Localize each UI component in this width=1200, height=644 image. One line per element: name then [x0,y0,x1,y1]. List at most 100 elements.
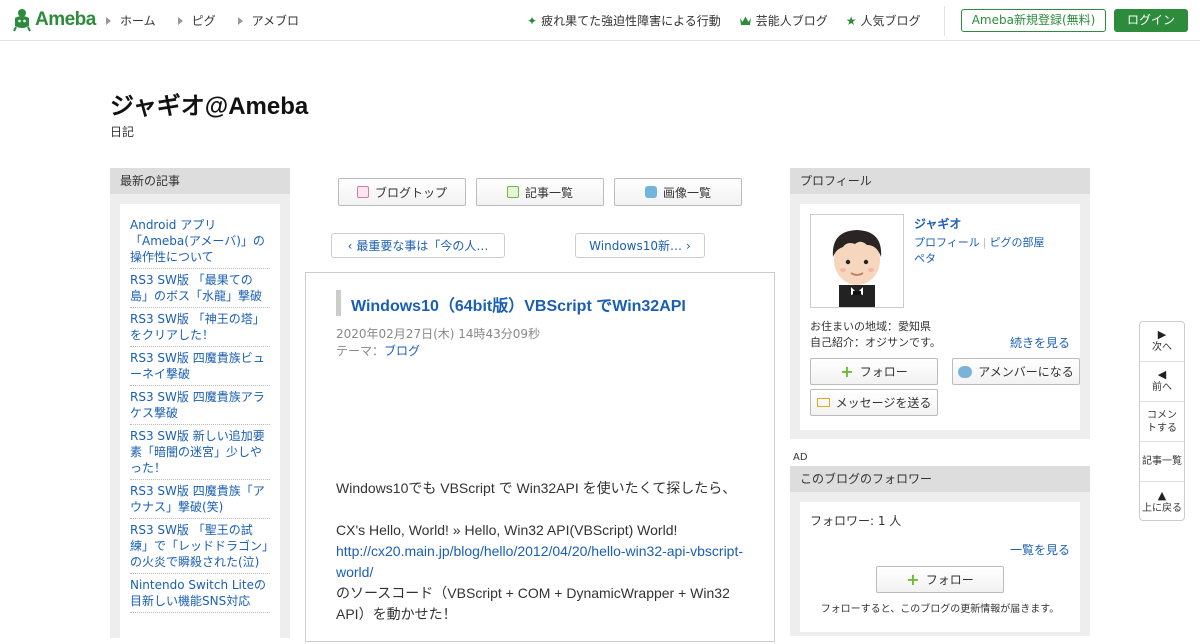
nav-celebrity-blog[interactable]: 芸能人ブログ [739,12,828,29]
logo-text: Ameba [35,9,96,30]
sparkle-icon: ✦ [527,13,538,28]
entry-source-link[interactable]: http://cx20.main.jp/blog/hello/2012/04/2… [336,543,743,580]
triangle-right-icon [177,16,183,25]
play-right-icon: ▶ [1157,328,1167,341]
sidenav-comment-label: コメントする [1147,409,1177,434]
message-label: メッセージを送る [835,396,932,410]
header-divider [944,6,945,36]
nav-home-label: ホーム [120,14,156,28]
prev-entry-link[interactable]: ‹ 最重要な事は「今の人… [331,233,505,258]
image-list-button[interactable]: 画像一覧 [614,178,742,206]
entry-theme-link[interactable]: ブログ [384,344,420,358]
entry-paragraph: Windows10でも VBScript で Win32API を使いたくて探し… [336,480,737,496]
message-button[interactable]: メッセージを送る [810,389,938,416]
plus-icon: + [906,570,920,589]
peta-link[interactable]: ペタ [914,252,936,265]
list-item: RS3 SW版 「神王の塔」をクリアした！ [130,308,270,347]
list-item: RS3 SW版 「最果ての島」のボス「水龍」撃破 [130,269,270,308]
star-icon: ★ [845,13,857,28]
register-button[interactable]: Ameba新規登録(無料) [961,9,1106,32]
chevron-right-icon: › [686,238,691,253]
list-item: RS3 SW版 四魔貴族「アウナス」撃破(笑) [130,480,270,519]
sidenav-entry-list[interactable]: 記事一覧 [1140,442,1184,482]
follow-label: フォロー [859,365,908,379]
ameba-logo[interactable]: Ameba [12,8,96,32]
prev-entry-label: 最重要な事は「今の人… [356,239,489,253]
recent-entry-link[interactable]: RS3 SW版 四魔貴族ビューネイ撃破 [130,351,265,381]
nav-home[interactable]: ホーム [106,12,156,29]
pig-room-link[interactable]: ピグの部屋 [990,236,1045,249]
entry-list-button[interactable]: 記事一覧 [476,178,604,206]
recent-entry-link[interactable]: RS3 SW版 新しい追加要素「暗闇の迷宮」少しやった！ [130,429,265,475]
profile-more-link[interactable]: 続きを見る [1010,334,1070,351]
list-item: Nintendo Switch Liteの目新しい機能SNS対応 [130,574,270,613]
recent-entry-link[interactable]: RS3 SW版 「最果ての島」のボス「水龍」撃破 [130,273,262,303]
recent-entry-link[interactable]: Nintendo Switch Liteの目新しい機能SNS対応 [130,578,266,608]
plus-icon: + [840,362,854,381]
blog-title[interactable]: ジャギオ@Ameba [110,86,308,121]
nav-pig-label: ピグ [191,14,216,28]
profile-link[interactable]: プロフィール [914,236,980,249]
list-item: RS3 SW版 四魔貴族ビューネイ撃破 [130,347,270,386]
entry-paragraph: CX's Hello, World! » Hello, Win32 API(VB… [336,522,678,538]
profile-box: プロフィール ジャギオ プロフィール | ピグの部屋 ペタ お住まいの地域：愛知県 … [790,168,1090,439]
entry-list-label: 記事一覧 [524,185,573,200]
triangle-up-icon: ▲ [1157,488,1167,502]
followers-see-all-link[interactable]: 一覧を見る [1010,541,1070,558]
entry-title[interactable]: Windows10（64bit版）VBScript でWin32API [351,292,686,316]
nav-trending-label: 疲れ果てた強迫性障害による行動 [541,14,721,28]
nav-trending-topic[interactable]: ✦ 疲れ果てた強迫性障害による行動 [527,12,721,29]
profile-location: お住まいの地域：愛知県 [810,320,931,333]
sidenav-list-label: 記事一覧 [1142,456,1182,467]
floating-side-nav: ▶ 次へ ◀ 前へ コメントする 記事一覧 ▲ 上に戻る [1139,321,1185,521]
profile-intro: 自己紹介：オジサンです。 [810,336,941,349]
blog-top-button[interactable]: ブログトップ [338,178,466,206]
nav-pig[interactable]: ピグ [177,12,216,29]
sidenav-next-label: 次へ [1152,342,1172,353]
entry-article: Windows10（64bit版）VBScript でWin32API 2020… [305,272,775,642]
global-header: Ameba ホーム ピグ アメブロ ✦ 疲れ果てた強迫性障害による行動 芸能人ブ… [0,0,1200,41]
profile-heading: プロフィール [790,168,1090,194]
play-left-icon: ◀ [1157,368,1167,381]
profile-content: ジャギオ プロフィール | ピグの部屋 ペタ お住まいの地域：愛知県 自己紹介：オジ… [800,204,1080,430]
follow-button[interactable]: + フォロー [810,358,938,385]
followers-content: フォロワー: 1 人 一覧を見る + フォロー フォローすると、このブログの更新… [800,502,1080,632]
recent-entry-link[interactable]: RS3 SW版 「聖王の試練」で「レッドドラゴン」の火炎で瞬殺された(泣) [130,523,268,569]
entry-date: 2020年02月27日(木) 14時43分09秒 [336,327,541,341]
next-entry-label: Windows10新… [589,239,683,253]
camera-icon [644,186,657,198]
recent-entry-link[interactable]: RS3 SW版 四魔貴族「アウナス」撃破(笑) [130,484,265,514]
document-icon [356,186,369,198]
follower-count: フォロワー: 1 人 [810,514,902,528]
sidenav-back-to-top[interactable]: ▲ 上に戻る [1140,482,1184,522]
global-nav-left: ホーム ピグ アメブロ [106,12,299,29]
profile-links: プロフィール | ピグの部屋 ペタ [914,236,1045,265]
sidenav-comment[interactable]: コメントする [1140,402,1184,442]
followers-heading: このブログのフォロワー [790,466,1090,492]
speech-bubble-icon [958,365,973,378]
followers-box: このブログのフォロワー フォロワー: 1 人 一覧を見る + フォロー フォロー… [790,466,1090,636]
sidenav-prev[interactable]: ◀ 前へ [1140,362,1184,402]
amember-button[interactable]: アメンバーになる [952,358,1080,385]
entry-title-accent [336,290,341,316]
crown-icon [739,16,751,25]
recent-entry-link[interactable]: Android アプリ「Ameba(アメーバ)」の操作性について [130,218,265,264]
avatar[interactable] [810,214,904,308]
amember-label: アメンバーになる [978,365,1074,379]
profile-name[interactable]: ジャギオ [914,215,961,232]
image-list-label: 画像一覧 [662,185,711,200]
entry-paragraph: のソースコード（VBScript + COM + DynamicWrapper … [336,585,730,622]
triangle-right-icon [106,16,111,25]
sidenav-prev-label: 前へ [1152,382,1172,393]
next-entry-link[interactable]: Windows10新… › [575,233,705,258]
nav-popular-blog[interactable]: ★ 人気ブログ [846,12,921,29]
recent-entry-link[interactable]: RS3 SW版 四魔貴族アラケス撃破 [130,390,265,420]
list-item: RS3 SW版 四魔貴族アラケス撃破 [130,386,270,425]
entry-body: Windows10でも VBScript で Win32API を使いたくて探し… [336,478,746,625]
nav-celebrity-label: 芸能人ブログ [755,14,828,28]
followers-follow-button[interactable]: + フォロー [876,566,1004,593]
nav-ameblo[interactable]: アメブロ [237,12,299,29]
sidenav-next[interactable]: ▶ 次へ [1140,322,1184,362]
login-button[interactable]: ログイン [1114,9,1188,32]
recent-entry-link[interactable]: RS3 SW版 「神王の塔」をクリアした！ [130,312,265,342]
